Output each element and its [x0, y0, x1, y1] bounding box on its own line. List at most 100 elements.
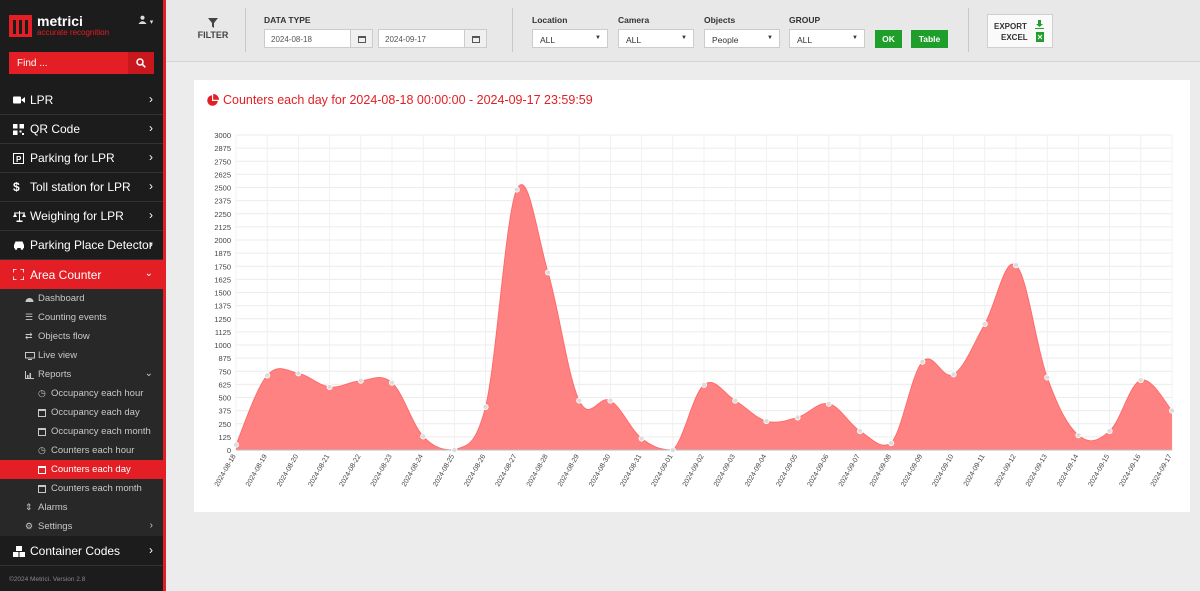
y-tick-label: 750: [218, 367, 231, 376]
data-point: [950, 371, 957, 378]
report-item-occupancy-hour[interactable]: ◷ Occupancy each hour: [0, 384, 163, 403]
data-point: [357, 377, 364, 384]
report-label: Occupancy each hour: [51, 388, 144, 399]
submenu-item-alarms[interactable]: ⇕ Alarms: [0, 498, 163, 517]
report-item-counters-hour[interactable]: ◷ Counters each hour: [0, 441, 163, 460]
chart-icon: [25, 370, 35, 379]
boxes-icon: [13, 545, 27, 557]
x-tick-label: 2024-08-30: [588, 453, 612, 488]
nav-item-weighing[interactable]: Weighing for LPR ›: [0, 202, 163, 231]
clock-icon: ◷: [38, 445, 46, 455]
submenu-label: Dashboard: [38, 293, 85, 304]
data-point: [700, 381, 707, 388]
report-label: Occupancy each day: [51, 407, 140, 418]
date-to-input[interactable]: 2024-09-17: [378, 29, 487, 48]
submenu-item-counting-events[interactable]: ☰ Counting events: [0, 308, 163, 327]
data-point: [794, 414, 801, 421]
submenu-label: Settings: [38, 521, 73, 532]
area-chart: 0 125 250 375 500 625 750 875 1000 1125 1250 1375 15…: [214, 131, 1176, 488]
objects-label: Objects: [704, 15, 736, 25]
x-tick-label: 2024-09-13: [1025, 453, 1049, 488]
x-tick-label: 2024-08-19: [245, 453, 269, 488]
data-point: [763, 418, 770, 425]
submenu-item-objects-flow[interactable]: ⇄ Objects flow: [0, 327, 163, 346]
objects-select[interactable]: People ▼: [704, 29, 780, 48]
x-tick-label: 2024-09-08: [869, 453, 893, 488]
calendar-icon[interactable]: [464, 30, 486, 47]
x-tick-label: 2024-09-02: [682, 453, 706, 488]
data-point: [825, 400, 832, 407]
excel-file-icon: [1036, 32, 1044, 42]
date-to-value: 2024-09-17: [385, 35, 426, 44]
data-type-label: DATA TYPE: [264, 15, 311, 25]
submenu-label: Counting events: [38, 312, 107, 323]
report-item-occupancy-month[interactable]: Occupancy each month: [0, 422, 163, 441]
svg-text:P: P: [16, 155, 22, 164]
report-item-counters-day[interactable]: Counters each day: [0, 460, 163, 479]
submenu-item-settings[interactable]: ⚙ Settings ›: [0, 517, 163, 536]
date-from-input[interactable]: 2024-08-18: [264, 29, 373, 48]
arrows-icon: ⇕: [25, 502, 33, 512]
nav-item-parking-place-detector[interactable]: Parking Place Detector ›: [0, 231, 163, 260]
data-point: [1137, 377, 1144, 384]
export-excel-button[interactable]: EXPORT EXCEL: [987, 14, 1053, 48]
user-menu[interactable]: ▾: [138, 15, 153, 27]
search-input[interactable]: Find ...: [9, 52, 128, 74]
filter-toggle-button[interactable]: FILTER: [193, 18, 233, 40]
submenu-item-reports[interactable]: Reports ⌄: [0, 365, 163, 384]
divider: [512, 8, 513, 52]
report-item-occupancy-day[interactable]: Occupancy each day: [0, 403, 163, 422]
camera-select[interactable]: ALL ▼: [618, 29, 694, 48]
y-tick-label: 2375: [214, 197, 231, 206]
user-icon: [138, 15, 147, 24]
report-label: Occupancy each month: [51, 426, 151, 437]
chevron-down-icon: ⌄: [144, 268, 153, 279]
location-select[interactable]: ALL ▼: [532, 29, 608, 48]
y-tick-label: 2875: [214, 144, 231, 153]
data-point: [388, 379, 395, 386]
report-item-counters-month[interactable]: Counters each month: [0, 479, 163, 498]
search-button[interactable]: [128, 52, 154, 74]
data-point: [638, 435, 645, 442]
filter-icon: [208, 18, 218, 28]
y-tick-label: 2250: [214, 210, 231, 219]
y-tick-label: 3000: [214, 131, 231, 140]
x-tick-label: 2024-08-20: [276, 453, 300, 488]
nav-item-area-counter[interactable]: Area Counter ⌄: [0, 260, 163, 289]
data-point: [732, 397, 739, 404]
data-point: [1044, 374, 1051, 381]
nav-item-lpr[interactable]: LPR ›: [0, 86, 163, 115]
nav-label: QR Code: [30, 122, 81, 136]
y-tick-label: 500: [218, 394, 231, 403]
report-label: Counters each day: [51, 464, 131, 475]
calendar-icon[interactable]: [350, 30, 372, 47]
submenu-item-dashboard[interactable]: Dashboard: [0, 289, 163, 308]
nav-item-parking-lpr[interactable]: P Parking for LPR ›: [0, 144, 163, 173]
nav-item-qr-code[interactable]: QR Code ›: [0, 115, 163, 144]
table-button[interactable]: Table: [911, 30, 948, 48]
download-icon: [1035, 20, 1044, 29]
x-tick-label: 2024-09-16: [1119, 453, 1143, 488]
submenu-item-live-view[interactable]: Live view: [0, 346, 163, 365]
y-tick-label: 375: [218, 407, 231, 416]
y-tick-label: 1875: [214, 249, 231, 258]
nav-item-toll-station[interactable]: $ Toll station for LPR ›: [0, 173, 163, 202]
nav-label: Parking for LPR: [30, 151, 115, 165]
brand-logo[interactable]: metrici accurate recognition: [9, 14, 109, 37]
ok-button[interactable]: OK: [875, 30, 902, 48]
video-icon: [13, 95, 27, 105]
brand-name: metrici: [37, 13, 83, 29]
x-tick-label: 2024-08-26: [463, 453, 487, 488]
nav-item-container-codes[interactable]: Container Codes ›: [0, 537, 163, 566]
data-point: [1013, 262, 1020, 269]
y-tick-label: 2625: [214, 170, 231, 179]
chevron-right-icon: ›: [149, 237, 153, 251]
x-tick-label: 2024-08-21: [307, 453, 331, 488]
data-point: [1169, 407, 1176, 414]
x-tick-label: 2024-09-03: [713, 453, 737, 488]
chevron-right-icon: ›: [149, 121, 153, 135]
car-icon: [13, 240, 27, 250]
data-point: [451, 446, 458, 453]
group-select[interactable]: ALL ▼: [789, 29, 865, 48]
y-tick-label: 2500: [214, 184, 231, 193]
